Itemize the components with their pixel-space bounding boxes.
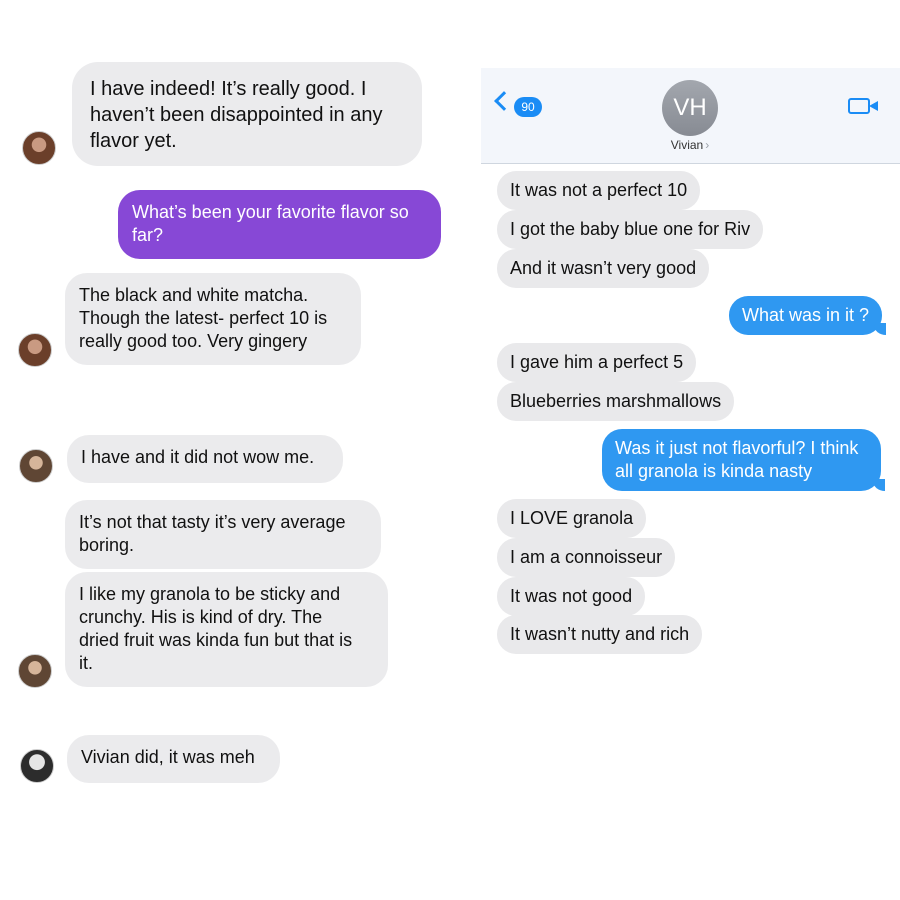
imessage-bubble-incoming: It was not good bbox=[497, 577, 646, 616]
imessage-bubble-incoming: It wasn’t nutty and rich bbox=[497, 615, 703, 654]
contact-initials: VH bbox=[673, 94, 707, 121]
message-bubble-outgoing: What’s been your favorite flavor so far? bbox=[118, 190, 441, 259]
unread-count-badge[interactable]: 90 bbox=[514, 97, 542, 117]
contact-name-label: Vivian bbox=[670, 138, 704, 152]
message-bubble-incoming: I have indeed! It’s really good. I haven… bbox=[72, 62, 422, 166]
imessage-bubble-incoming: I gave him a perfect 5 bbox=[497, 343, 697, 382]
imessage-bubble-incoming: Blueberries marshmallows bbox=[497, 382, 735, 421]
chevron-left-icon[interactable] bbox=[494, 91, 514, 111]
contact-avatar[interactable]: VH bbox=[662, 80, 718, 136]
imessage-bubble-outgoing: What was in it ? bbox=[729, 296, 887, 335]
message-bubble-incoming: It’s not that tasty it’s very average bo… bbox=[65, 500, 381, 569]
sender-avatar bbox=[18, 333, 52, 367]
sender-avatar bbox=[20, 749, 54, 783]
video-camera-icon[interactable] bbox=[848, 98, 878, 114]
imessage-bubble-incoming: I LOVE granola bbox=[497, 499, 647, 538]
imessage-bubble-outgoing: Was it just not flavorful? I think all g… bbox=[602, 429, 885, 491]
sender-avatar bbox=[18, 654, 52, 688]
message-bubble-incoming: I have and it did not wow me. bbox=[67, 435, 343, 483]
imessage-header: 90 VH Vivian › bbox=[481, 68, 900, 164]
message-bubble-incoming: I like my granola to be sticky and crunc… bbox=[65, 572, 388, 687]
imessage-bubble-incoming: It was not a perfect 10 bbox=[497, 171, 701, 210]
imessage-bubble-incoming: I got the baby blue one for Riv bbox=[497, 210, 764, 249]
chevron-right-icon: › bbox=[705, 138, 710, 152]
sender-avatar bbox=[22, 131, 56, 165]
contact-name[interactable]: Vivian › bbox=[641, 138, 739, 152]
imessage-bubble-incoming: And it wasn’t very good bbox=[497, 249, 710, 288]
sender-avatar bbox=[19, 449, 53, 483]
message-bubble-incoming: Vivian did, it was meh bbox=[67, 735, 280, 783]
imessage-bubble-incoming: I am a connoisseur bbox=[497, 538, 676, 577]
message-bubble-incoming: The black and white matcha. Though the l… bbox=[65, 273, 361, 365]
